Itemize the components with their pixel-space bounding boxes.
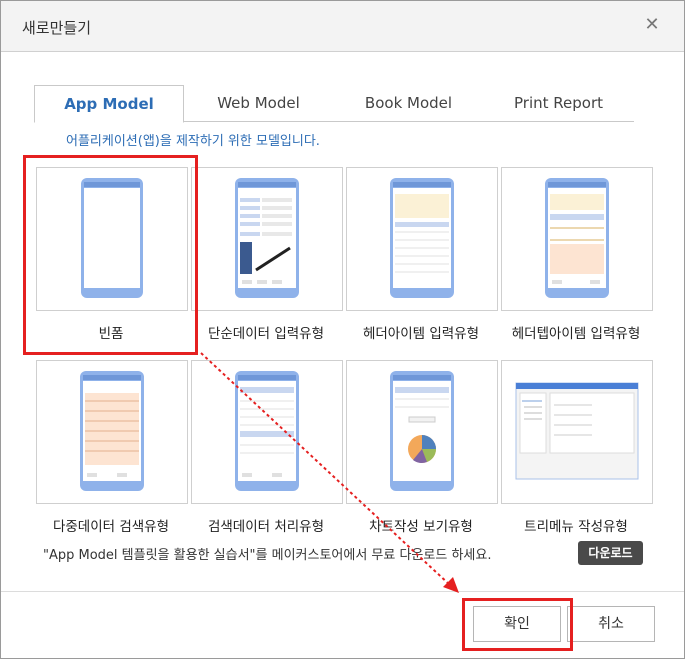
guide-arrow-icon (200, 352, 459, 593)
new-dialog: 새로만들기 ✕ App Model Web Model Book Model P… (0, 0, 685, 659)
